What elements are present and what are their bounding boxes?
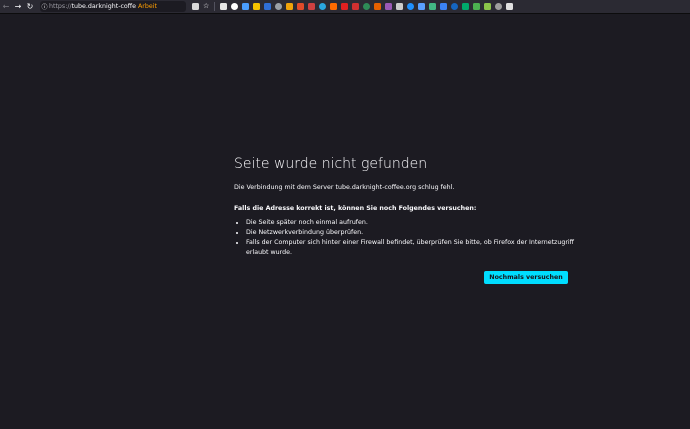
- bookmark-star-icon[interactable]: ☆: [203, 3, 209, 10]
- extension-icon[interactable]: [462, 3, 470, 10]
- extension-icon[interactable]: [242, 3, 250, 10]
- tip-item: Die Netzwerkverbindung überprüfen.: [246, 228, 576, 238]
- extension-icon[interactable]: [352, 3, 360, 10]
- extension-icon[interactable]: [385, 3, 393, 10]
- extension-icon[interactable]: [264, 3, 272, 10]
- retry-button[interactable]: Nochmals versuchen: [484, 271, 568, 284]
- forward-button[interactable]: →: [12, 0, 24, 13]
- arrow-left-icon: ←: [2, 2, 10, 11]
- extension-icon[interactable]: [319, 3, 327, 10]
- extension-icons: [218, 3, 515, 10]
- tip-item: Die Seite später noch einmal aufrufen.: [246, 218, 576, 228]
- url-scheme: https://: [49, 3, 72, 10]
- extension-icon[interactable]: [253, 3, 261, 10]
- extension-icon[interactable]: [451, 3, 459, 10]
- error-title: Seite wurde nicht gefunden: [234, 156, 428, 172]
- extension-icon[interactable]: [308, 3, 316, 10]
- extension-icon[interactable]: [473, 3, 481, 10]
- extension-icon[interactable]: [418, 3, 426, 10]
- extension-icon[interactable]: [363, 3, 371, 10]
- back-button[interactable]: ←: [0, 0, 12, 13]
- extension-icon[interactable]: [231, 3, 239, 10]
- extension-icon[interactable]: [286, 3, 294, 10]
- url-bar[interactable]: ⓘ https://tube.darknight-coffe Arbeit: [40, 1, 186, 12]
- extension-icon[interactable]: [407, 3, 415, 10]
- extension-icon[interactable]: [220, 3, 228, 10]
- extension-icon[interactable]: [506, 3, 514, 10]
- extension-icon[interactable]: [297, 3, 305, 10]
- reload-button[interactable]: ↻: [24, 0, 36, 13]
- extension-icon[interactable]: [275, 3, 283, 10]
- extension-icon[interactable]: [440, 3, 448, 10]
- info-icon[interactable]: ⓘ: [40, 2, 49, 11]
- reload-icon: ↻: [26, 2, 34, 11]
- url-host: tube.darknight-coffe: [71, 3, 136, 10]
- translate-icon[interactable]: [192, 3, 199, 10]
- hint-heading: Falls die Adresse korrekt ist, können Si…: [234, 205, 477, 212]
- extension-icon[interactable]: [374, 3, 382, 10]
- extension-icon[interactable]: [330, 3, 338, 10]
- extension-icon[interactable]: [429, 3, 437, 10]
- extension-icon[interactable]: [484, 3, 492, 10]
- arrow-right-icon: →: [14, 2, 22, 11]
- tips-list: Die Seite später noch einmal aufrufen. D…: [240, 218, 576, 258]
- browser-toolbar: ← → ↻ ⓘ https://tube.darknight-coffe Arb…: [0, 0, 690, 14]
- toolbar-separator: [214, 2, 216, 11]
- extension-icon[interactable]: [341, 3, 349, 10]
- extension-icon[interactable]: [495, 3, 503, 10]
- tip-item: Falls der Computer sich hinter einer Fir…: [246, 238, 576, 258]
- error-description: Die Verbindung mit dem Server tube.darkn…: [234, 184, 455, 191]
- extension-icon[interactable]: [396, 3, 404, 10]
- container-label[interactable]: Arbeit: [138, 3, 157, 10]
